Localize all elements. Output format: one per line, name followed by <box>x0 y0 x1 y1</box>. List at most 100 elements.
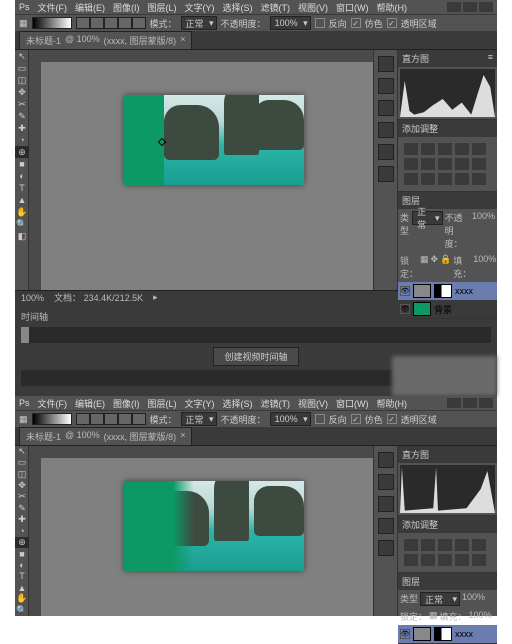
eyedropper-tool[interactable]: ✂ <box>15 491 29 502</box>
layer-mask-thumb[interactable] <box>434 627 452 641</box>
adj-photo-icon[interactable] <box>438 158 452 170</box>
layer-visibility-icon[interactable]: 👁 <box>400 286 410 296</box>
gradient-picker[interactable] <box>32 17 72 29</box>
brush-tool[interactable]: ✎ <box>15 503 29 514</box>
menu-edit[interactable]: 编辑(E) <box>75 1 105 14</box>
adj-vibrance-icon[interactable] <box>472 143 486 155</box>
menu-view[interactable]: 视图(V) <box>298 1 328 14</box>
close-button[interactable] <box>479 2 493 12</box>
adj-brightness-icon[interactable] <box>404 143 418 155</box>
menu-layer[interactable]: 图层(L) <box>148 1 177 14</box>
layers-panel-head[interactable]: 图层 <box>398 573 497 590</box>
clone-tool[interactable]: ◔ <box>15 134 29 146</box>
menu-help[interactable]: 帮助(H) <box>377 1 408 14</box>
canvas[interactable] <box>124 481 304 571</box>
clone-tool[interactable]: ◔ <box>15 525 29 536</box>
panel-menu-icon[interactable]: ≡ <box>488 52 493 65</box>
lock-pixels-icon[interactable]: ▦ <box>420 254 429 280</box>
adj-select-icon[interactable] <box>472 173 486 185</box>
menu-image[interactable]: 图像(I) <box>113 397 140 410</box>
menu-file[interactable]: 文件(F) <box>38 1 68 14</box>
adj-icon[interactable] <box>421 539 435 551</box>
histogram-panel-head[interactable]: 直方图 <box>398 446 497 463</box>
menu-file[interactable]: 文件(F) <box>38 397 68 410</box>
layer-mask-thumb[interactable] <box>434 284 452 298</box>
adjustments-panel-head[interactable]: 添加调整 <box>398 516 497 533</box>
fg-bg-swatch[interactable]: ◧ <box>15 230 29 242</box>
adj-icon[interactable] <box>472 554 486 566</box>
move-tool[interactable]: ↖ <box>15 50 29 62</box>
adjustments-panel-head[interactable]: 添加调整 <box>398 120 497 137</box>
dock-swatch-icon[interactable] <box>378 496 394 512</box>
menu-layer[interactable]: 图层(L) <box>148 397 177 410</box>
dock-color-icon[interactable] <box>378 78 394 94</box>
gradient-radial[interactable] <box>90 17 104 29</box>
adj-icon[interactable] <box>438 554 452 566</box>
mode-dropdown[interactable]: 正常 <box>181 412 217 426</box>
type-tool[interactable]: T <box>15 182 29 194</box>
gradient-linear[interactable] <box>76 413 90 425</box>
adj-icon[interactable] <box>421 554 435 566</box>
dock-history-icon[interactable] <box>378 122 394 138</box>
dock-nav-icon[interactable] <box>378 56 394 72</box>
gradient-reflected[interactable] <box>118 17 132 29</box>
menu-select[interactable]: 选择(S) <box>223 397 253 410</box>
adj-poster-icon[interactable] <box>421 173 435 185</box>
dock-color-icon[interactable] <box>378 474 394 490</box>
layer-thumb[interactable] <box>413 302 431 316</box>
gradient-tool-icon[interactable]: ▦ <box>19 414 28 425</box>
reverse-checkbox[interactable] <box>315 18 325 28</box>
dodge-tool[interactable]: ◐ <box>15 559 29 570</box>
canvas-area[interactable] <box>29 50 373 290</box>
create-timeline-button[interactable]: 创建视频时间轴 <box>213 347 298 366</box>
layer-opacity-value[interactable]: 100% <box>472 211 495 250</box>
layer-thumb[interactable] <box>413 627 431 641</box>
opacity-dropdown[interactable]: 100% <box>270 412 311 426</box>
menu-help[interactable]: 帮助(H) <box>377 397 408 410</box>
layer-visibility-icon[interactable]: 👁 <box>400 629 410 639</box>
adj-lut-icon[interactable] <box>472 158 486 170</box>
adj-icon[interactable] <box>455 554 469 566</box>
marquee-tool[interactable]: ▭ <box>15 457 29 468</box>
blend-dropdown[interactable]: 正常 <box>412 211 442 225</box>
menu-type[interactable]: 文字(Y) <box>185 1 215 14</box>
dock-swatch-icon[interactable] <box>378 100 394 116</box>
gradient-angle[interactable] <box>104 413 118 425</box>
layer-row-1[interactable]: 👁 xxxx <box>398 625 497 643</box>
lock-all-icon[interactable]: 🔒 <box>440 254 451 280</box>
lock-icon[interactable]: ▦ <box>429 610 438 623</box>
menu-filter[interactable]: 滤镜(T) <box>261 1 291 14</box>
timeline-playhead[interactable] <box>21 327 29 343</box>
gradient-diamond[interactable] <box>132 17 146 29</box>
status-arrow-icon[interactable]: ▸ <box>153 292 158 303</box>
opacity-dropdown[interactable]: 100% <box>270 16 311 30</box>
blend-dropdown[interactable]: 正常 <box>420 592 460 606</box>
reverse-checkbox[interactable] <box>315 414 325 424</box>
document-tab[interactable]: 未标题-1 @ 100% (xxxx, 图层蒙版/8) × <box>19 427 192 446</box>
lasso-tool[interactable]: ◫ <box>15 74 29 86</box>
pen-tool[interactable]: ▲ <box>15 194 29 206</box>
brush-tool[interactable]: ✎ <box>15 110 29 122</box>
menu-image[interactable]: 图像(I) <box>113 1 140 14</box>
hand-tool[interactable]: ✋ <box>15 206 29 218</box>
layer-thumb[interactable] <box>413 284 431 298</box>
eyedropper-tool[interactable]: ✂ <box>15 98 29 110</box>
minimize-button[interactable] <box>447 2 461 12</box>
zoom-tool[interactable]: 🔍 <box>15 605 29 616</box>
fill-value[interactable]: 100% <box>473 254 496 280</box>
layer-name[interactable]: 背景 <box>434 303 452 316</box>
timeline-track[interactable] <box>21 327 491 343</box>
adj-thresh-icon[interactable] <box>438 173 452 185</box>
eraser-tool[interactable]: ■ <box>15 548 29 559</box>
dock-actions-icon[interactable] <box>378 540 394 556</box>
adj-invert-icon[interactable] <box>404 173 418 185</box>
move-tool[interactable]: ↖ <box>15 446 29 457</box>
crop-tool[interactable]: ✥ <box>15 480 29 491</box>
gradient-radial[interactable] <box>90 413 104 425</box>
gradient-tool[interactable]: ⊕ <box>15 537 29 548</box>
layer-opacity-value[interactable]: 100% <box>462 592 485 606</box>
document-tab[interactable]: 未标题-1 @ 100% (xxxx, 图层蒙版/8) × <box>19 31 192 50</box>
minimize-button[interactable] <box>447 398 461 408</box>
eraser-tool[interactable]: ■ <box>15 158 29 170</box>
fill-value[interactable]: 100% <box>469 610 492 623</box>
